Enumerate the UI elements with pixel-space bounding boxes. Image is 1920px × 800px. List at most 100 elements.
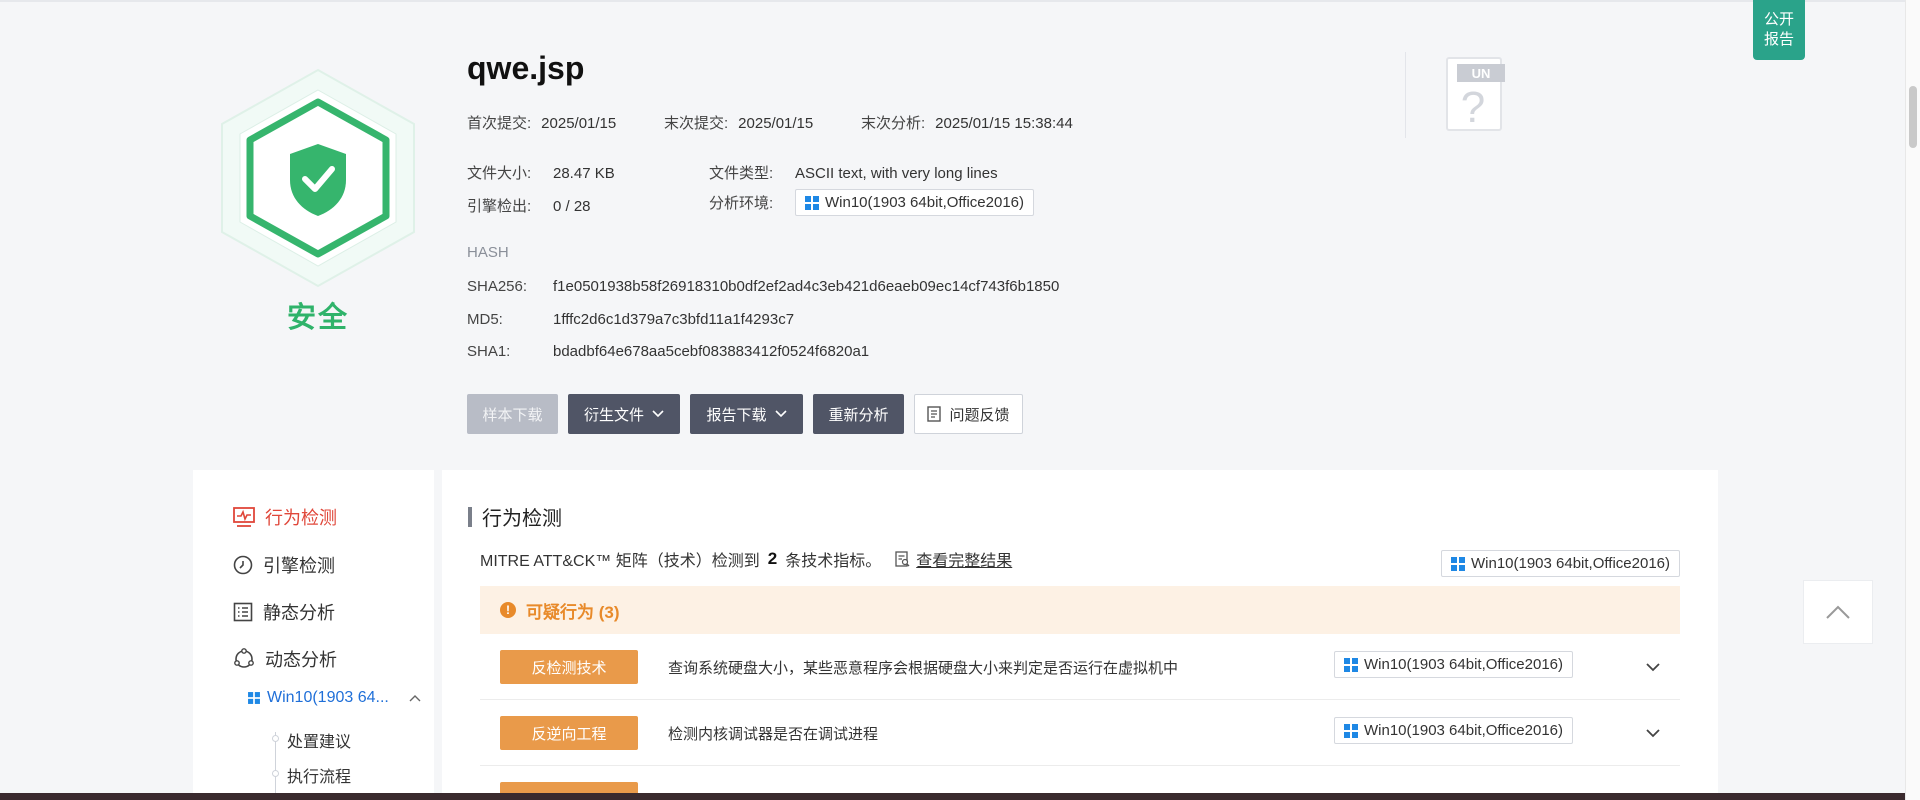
behavior-panel: 行为检测 MITRE ATT&CK™ 矩阵（技术）检测到 2 条技术指标。 查看… [442, 470, 1718, 800]
list-icon [233, 602, 253, 622]
windows-icon [1450, 556, 1465, 571]
behavior-env-tag: Win10(1903 64bit,Office2016) [1334, 717, 1574, 744]
windows-icon [1344, 657, 1358, 672]
back-to-top-button[interactable] [1803, 580, 1873, 644]
file-name: qwe.jsp [467, 50, 585, 86]
file-type-value: ASCII text, with very long lines [795, 165, 998, 182]
tree-node [272, 770, 279, 777]
behavior-description: 检测内核调试器是否在调试进程 [668, 726, 879, 743]
nav-behavior-detect[interactable]: 行为检测 [233, 504, 337, 530]
analysis-env-tag: Win10(1903 64bit,Office2016) [795, 189, 1035, 216]
nav-disposal-advice[interactable]: 处置建议 [287, 728, 351, 752]
monitor-pulse-icon [233, 507, 255, 527]
document-icon [927, 406, 942, 422]
public-report-button[interactable]: 公开 报告 [1753, 0, 1805, 60]
verdict-label: 安全 [286, 302, 349, 334]
content-env-value: Win10(1903 64bit,Office2016) [1470, 555, 1670, 572]
cycle-icon [234, 648, 254, 668]
title-bar [468, 506, 472, 527]
derived-files-button[interactable]: 衍生文件 [568, 394, 680, 434]
md5-value: 1fffc2d6c1d379a7c3bfd11a1f4293c7 [553, 311, 795, 328]
section-title-text: 行为检测 [482, 508, 562, 530]
file-size-key: 文件大小: [467, 165, 532, 182]
analysis-env-value: Win10(1903 64bit,Office2016) [825, 194, 1025, 211]
taskbar-edge [0, 793, 1905, 800]
nav-dynamic-analysis[interactable]: 动态分析 [233, 646, 337, 672]
hash-title: HASH [467, 244, 509, 261]
top-border [0, 0, 1905, 2]
report-download-label: 报告下载 [706, 406, 767, 424]
behavior-env-value: Win10(1903 64bit,Office2016) [1364, 656, 1564, 673]
nav-dynamic-label: 动态分析 [265, 650, 337, 670]
last-submit-value: 2025/01/15 [738, 115, 814, 132]
file-type: 文件类型: ASCII text, with very long lines [709, 162, 998, 183]
sha1-value: bdadbf64e678aa5cebf083883412f0524f6820a1 [553, 343, 870, 360]
chevron-down-icon [774, 410, 787, 418]
suspicious-header-label: 可疑行为 (3) [526, 602, 620, 622]
behavior-tag: 反逆向工程 [500, 716, 638, 750]
unknown-file-icon: UN ? [1445, 56, 1505, 134]
windows-icon [1344, 723, 1358, 738]
nav-execution-flow[interactable]: 执行流程 [287, 763, 351, 787]
windows-icon [248, 692, 260, 704]
sha256-key: SHA256: [467, 278, 528, 295]
sha1-key: SHA1: [467, 343, 511, 360]
full-result-link[interactable]: 查看完整结果 [895, 547, 1012, 571]
mitre-count: 2 [767, 549, 778, 568]
behavior-env-tag: Win10(1903 64bit,Office2016) [1334, 651, 1574, 678]
behavior-tag: 反检测技术 [500, 650, 638, 684]
first-submit: 首次提交: 2025/01/15 [467, 112, 616, 133]
safe-shield-icon [221, 68, 415, 288]
engine-icon [233, 555, 253, 575]
last-analysis: 末次分析: 2025/01/15 15:38:44 [861, 112, 1073, 133]
last-submit: 末次提交: 2025/01/15 [664, 112, 813, 133]
report-search-icon [895, 551, 910, 567]
public-report-line1: 公开 [1763, 11, 1794, 28]
nav-engine-detect[interactable]: 引擎检测 [233, 552, 335, 578]
sha256-value: f1e0501938b58f26918310b0df2ef2ad4c3eb421… [553, 278, 1060, 295]
verdict-badge: 安全 [218, 68, 418, 338]
content-env-tag: Win10(1903 64bit,Office2016) [1440, 550, 1680, 577]
first-submit-value: 2025/01/15 [541, 115, 617, 132]
sidebar: 行为检测 引擎检测 静态分析 动态分析 Win10(1903 64... 处置建… [193, 470, 434, 800]
file-type-key: 文件类型: [709, 165, 774, 182]
derived-files-label: 衍生文件 [583, 406, 644, 424]
scrollbar-thumb[interactable] [1909, 86, 1917, 148]
chevron-down-icon[interactable] [1644, 658, 1662, 676]
feedback-label: 问题反馈 [949, 406, 1010, 424]
behavior-row[interactable]: 反逆向工程 检测内核调试器是否在调试进程 Win10(1903 64bit,Of… [480, 700, 1680, 766]
nav-env-item[interactable]: Win10(1903 64... [247, 689, 421, 707]
sample-download-button[interactable]: 样本下载 [467, 394, 558, 434]
behavior-row[interactable]: 反检测技术 查询系统硬盘大小，某些恶意程序会根据硬盘大小来判定是否运行在虚拟机中… [480, 634, 1680, 700]
nav-static-analysis[interactable]: 静态分析 [233, 599, 335, 625]
nav-env-label: Win10(1903 64... [267, 689, 389, 706]
analysis-env-key: 分析环境: [709, 195, 774, 212]
last-analysis-key: 末次分析: [861, 115, 926, 132]
sha1: SHA1: bdadbf64e678aa5cebf083883412f0524f6… [467, 343, 869, 360]
page-scrollbar[interactable] [1905, 0, 1920, 800]
reanalyze-label: 重新分析 [828, 406, 889, 424]
nav-engine-label: 引擎检测 [263, 556, 335, 576]
mitre-suffix: 条技术指标。 [785, 553, 882, 570]
chevron-up-icon [1826, 605, 1850, 619]
chevron-up-icon[interactable] [409, 694, 421, 702]
feedback-button[interactable]: 问题反馈 [914, 394, 1023, 434]
md5-key: MD5: [467, 311, 503, 328]
file-size-value: 28.47 KB [553, 165, 615, 182]
suspicious-header[interactable]: ! 可疑行为 (3) [480, 586, 1680, 634]
svg-text:UN: UN [1472, 66, 1491, 81]
reanalyze-button[interactable]: 重新分析 [813, 394, 904, 434]
nav-behavior-label: 行为检测 [265, 508, 337, 528]
mitre-summary: MITRE ATT&CK™ 矩阵（技术）检测到 2 条技术指标。 查看完整结果 [480, 547, 1012, 571]
tree-node [272, 735, 279, 742]
engine-detect-key: 引擎检出: [467, 198, 532, 215]
chevron-down-icon[interactable] [1644, 724, 1662, 742]
svg-text:?: ? [1461, 83, 1485, 132]
header-divider [1405, 52, 1406, 138]
analysis-env: 分析环境: Win10(1903 64bit,Office2016) [709, 189, 1035, 216]
report-download-button[interactable]: 报告下载 [690, 394, 803, 434]
first-submit-key: 首次提交: [467, 115, 532, 132]
last-analysis-value: 2025/01/15 15:38:44 [935, 115, 1073, 132]
file-size: 文件大小: 28.47 KB [467, 162, 615, 183]
tree-line [275, 732, 276, 800]
